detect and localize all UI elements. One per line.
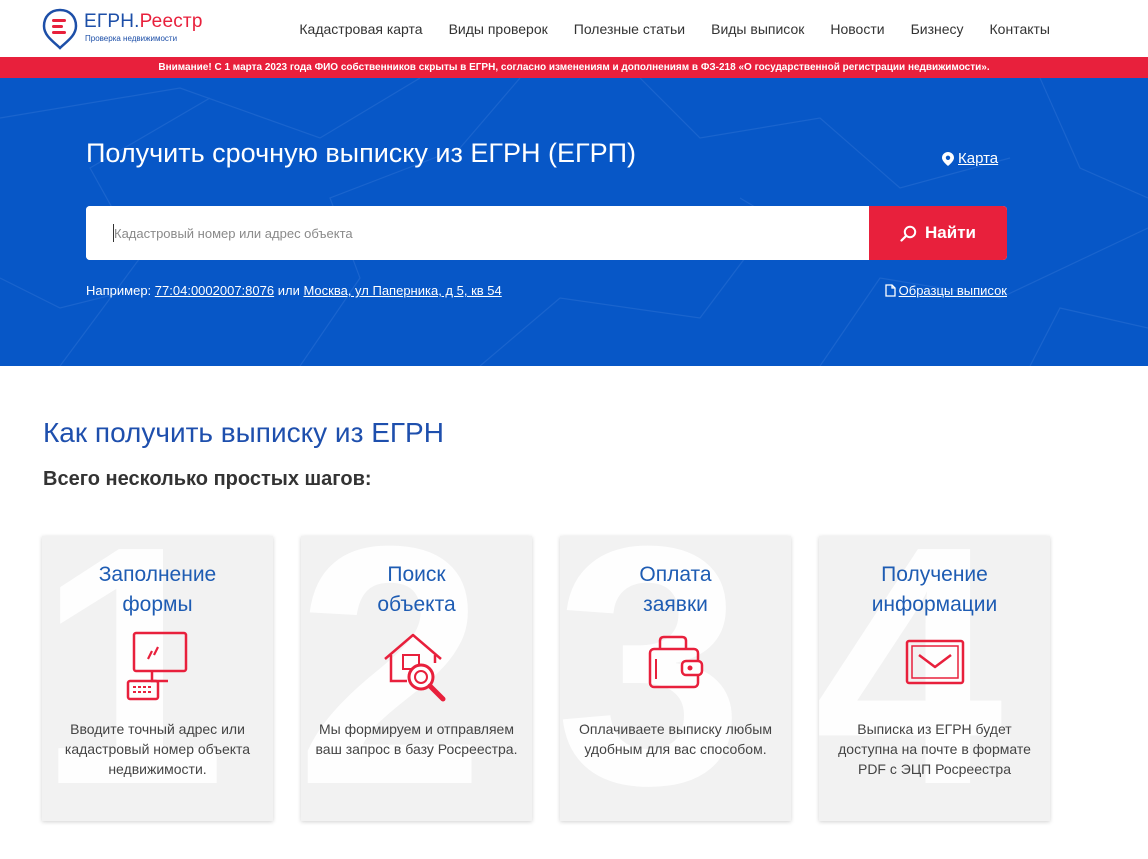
nav-useful-articles[interactable]: Полезные статьи <box>574 21 685 37</box>
search-input[interactable] <box>86 206 869 260</box>
site-header: ЕГРН.Реестр Проверка недвижимости Кадаст… <box>0 0 1148 57</box>
logo-subtitle: Проверка недвижимости <box>85 34 178 43</box>
step-card-payment: 3 Оплата заявки Оплачиваете выписку любым… <box>560 536 791 821</box>
samples-link[interactable]: Образцы выписок <box>884 283 1007 298</box>
nav-business[interactable]: Бизнесу <box>911 21 964 37</box>
computer-icon <box>126 631 187 701</box>
example-address-link[interactable]: Москва, ул Паперника, д 5, кв 54 <box>303 283 501 298</box>
step-description: Вводите точный адрес или кадастровый ном… <box>64 721 251 777</box>
search-example: Например: 77:04:0002007:8076 или Москва,… <box>86 283 502 298</box>
step-title: Получение информации <box>871 563 998 616</box>
search-icon <box>900 225 917 242</box>
map-pin-logo-icon <box>42 8 78 50</box>
site-logo[interactable]: ЕГРН.Реестр Проверка недвижимости <box>42 8 202 50</box>
steps-title: Как получить выписку из ЕГРН <box>43 417 444 448</box>
house-search-icon <box>383 633 445 702</box>
step-title: Оплата заявки <box>639 563 712 616</box>
location-pin-icon <box>942 151 954 166</box>
alert-banner: Внимание! С 1 марта 2023 года ФИО собств… <box>0 57 1148 78</box>
text-caret <box>113 224 114 242</box>
hero-title: Получить срочную выписку из ЕГРН (ЕГРП) <box>86 138 637 168</box>
wallet-icon <box>648 635 703 689</box>
search-bar: Найти <box>86 206 1007 260</box>
steps-cards: 1 Заполнение формы Вводите точный адрес и… <box>42 536 1078 821</box>
hero-section: Получить срочную выписку из ЕГРН (ЕГРП) … <box>0 78 1148 366</box>
step-title: Поиск объекта <box>377 563 456 616</box>
document-icon <box>884 284 896 297</box>
main-nav: Кадастровая карта Виды проверок Полезные… <box>273 0 1050 57</box>
map-link[interactable]: Карта <box>942 150 998 167</box>
nav-cadastral-map[interactable]: Кадастровая карта <box>299 21 422 37</box>
step-card-receive-info: 4 Получение информации Выписка из ЕГРН бу… <box>819 536 1050 821</box>
search-button[interactable]: Найти <box>869 206 1007 260</box>
nav-contacts[interactable]: Контакты <box>990 21 1050 37</box>
step-title: Заполнение формы <box>98 563 217 616</box>
nav-news[interactable]: Новости <box>830 21 884 37</box>
step-card-search-object: 2 Поиск объекта Мы формируем и отправляем… <box>301 536 532 821</box>
step-description: Оплачиваете выписку любым удобным для ва… <box>579 721 772 757</box>
step-description: Выписка из ЕГРН будет доступна на почте … <box>838 721 1031 777</box>
logo-title: ЕГРН.Реестр <box>84 11 203 32</box>
nav-check-types[interactable]: Виды проверок <box>449 21 548 37</box>
steps-subtitle: Всего несколько простых шагов: <box>43 468 372 490</box>
example-cadastral-link[interactable]: 77:04:0002007:8076 <box>155 283 274 298</box>
step-description: Мы формируем и отправляем ваш запрос в б… <box>315 721 518 757</box>
envelope-icon <box>905 639 964 685</box>
step-card-fill-form: 1 Заполнение формы Вводите точный адрес и… <box>42 536 273 821</box>
nav-extract-types[interactable]: Виды выписок <box>711 21 804 37</box>
